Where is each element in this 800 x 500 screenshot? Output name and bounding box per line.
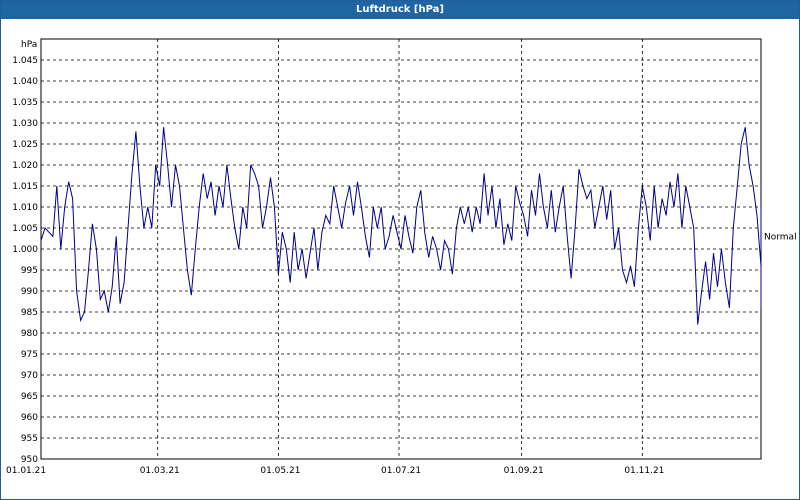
- x-tick-label: 01.05.21: [260, 466, 300, 476]
- y-tick-label: 1.030: [12, 119, 38, 129]
- y-tick-label: 1.035: [12, 98, 38, 108]
- y-axis-unit-label: hPa: [21, 40, 37, 50]
- y-tick-label: 1.010: [12, 203, 38, 213]
- y-tick-label: 1.020: [12, 161, 38, 171]
- x-tick-label: 01.07.21: [381, 466, 421, 476]
- y-tick-label: 980: [21, 329, 38, 339]
- y-tick-label: 955: [21, 434, 38, 444]
- y-tick-label: 965: [21, 392, 38, 402]
- y-tick-label: 975: [21, 350, 38, 360]
- y-tick-label: 970: [21, 371, 38, 381]
- y-tick-label: 1.015: [12, 182, 38, 192]
- x-tick-label: 01.11.21: [624, 466, 664, 476]
- y-tick-label: 950: [21, 455, 38, 465]
- y-tick-label: 990: [21, 287, 38, 297]
- x-tick-label: 01.09.21: [504, 466, 544, 476]
- y-tick-label: 1.000: [12, 245, 38, 255]
- pressure-chart: 950 955 960 965 970 975 980 985 990 995 1.000 1.005…: [6, 38, 797, 476]
- y-tick-label: 1.040: [12, 77, 38, 87]
- x-tick-label: 01.01.21: [6, 466, 46, 476]
- window-title: Luftdruck [hPa]: [1, 1, 799, 19]
- y-tick-label: 960: [21, 413, 38, 423]
- y-tick-label: 1.005: [12, 224, 38, 234]
- x-tick-label: 01.03.21: [140, 466, 180, 476]
- reference-label-normal: Normal: [764, 232, 797, 242]
- y-tick-label: 985: [21, 308, 38, 318]
- x-axis: 01.01.21 01.03.21 01.05.21 01.07.21 01.09.21…: [6, 466, 664, 476]
- y-axis: 950 955 960 965 970 975 980 985 990 995 1.000 1.005…: [12, 56, 38, 465]
- y-tick-label: 1.045: [12, 56, 38, 66]
- chart-window: Luftdruck [hPa] 950 955 960 965 970 975 980 985…: [0, 0, 800, 500]
- y-tick-label: 1.025: [12, 140, 38, 150]
- y-tick-label: 995: [21, 266, 38, 276]
